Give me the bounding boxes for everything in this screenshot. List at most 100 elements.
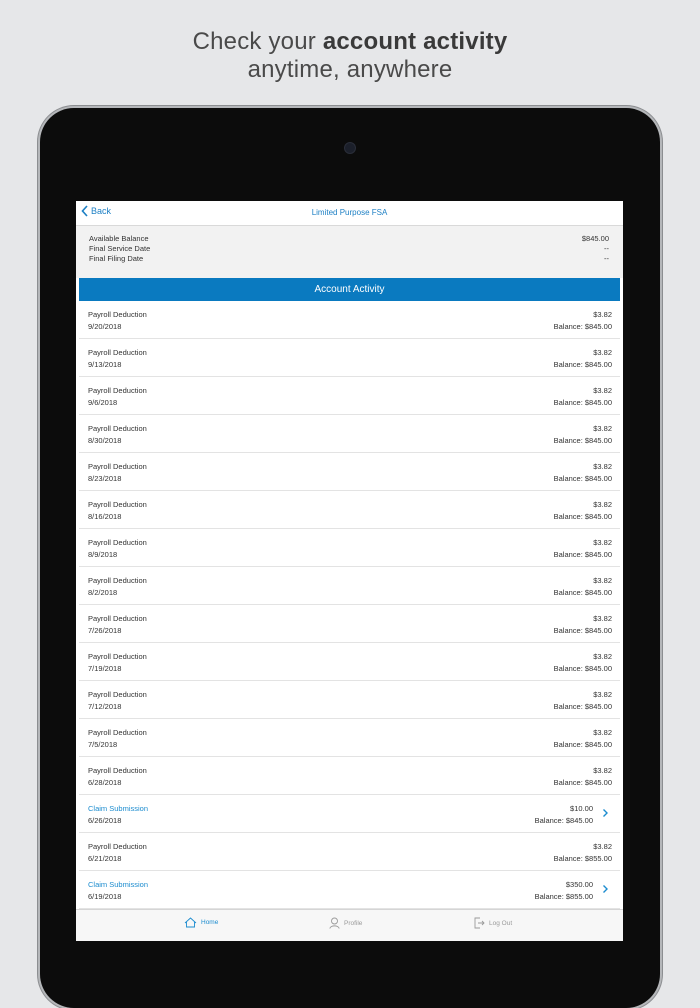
activity-title: Payroll Deduction xyxy=(88,690,147,699)
summary-value: $845.00 xyxy=(581,234,609,243)
summary-row-final-service-date: Final Service Date -- xyxy=(89,244,609,254)
activity-amount: $3.82 xyxy=(593,538,612,547)
summary-label: Final Service Date xyxy=(89,244,151,253)
activity-title[interactable]: Claim Submission xyxy=(88,804,148,813)
activity-balance: Balance: $845.00 xyxy=(553,322,612,331)
headline-line-2: anytime, anywhere xyxy=(247,56,453,83)
activity-row: Payroll Deduction 6/28/2018 $3.82 Balance: … xyxy=(79,757,620,795)
activity-amount: $3.82 xyxy=(593,386,612,395)
summary-label: Available Balance xyxy=(89,234,149,243)
headline-prefix: Check your xyxy=(192,28,323,55)
activity-amount: $3.82 xyxy=(593,424,612,433)
activity-amount: $3.82 xyxy=(593,462,612,471)
activity-amount: $350.00 xyxy=(565,880,593,889)
activity-row: Payroll Deduction 8/16/2018 $3.82 Balance: … xyxy=(79,491,620,529)
activity-title: Payroll Deduction xyxy=(88,652,147,661)
activity-balance: Balance: $845.00 xyxy=(553,398,612,407)
activity-row-claim[interactable]: Claim Submission 6/19/2018 $350.00 Balance:… xyxy=(79,871,620,909)
activity-date: 7/12/2018 xyxy=(88,702,122,711)
summary-row-available-balance: Available Balance $845.00 xyxy=(89,234,609,244)
activity-title: Payroll Deduction xyxy=(88,310,147,319)
app-screen: Back Limited Purpose FSA Available Balan… xyxy=(76,201,623,941)
activity-balance: Balance: $845.00 xyxy=(553,360,612,369)
activity-date: 7/19/2018 xyxy=(88,664,122,673)
headline-line-1: Check your account activity xyxy=(0,28,700,56)
activity-amount: $10.00 xyxy=(570,804,593,813)
summary-value: -- xyxy=(604,244,609,253)
activity-balance: Balance: $855.00 xyxy=(553,854,612,863)
activity-title: Payroll Deduction xyxy=(88,348,147,357)
activity-row: Payroll Deduction 9/13/2018 $3.82 Balance: … xyxy=(79,339,620,377)
activity-balance: Balance: $845.00 xyxy=(553,474,612,483)
tablet-frame: Back Limited Purpose FSA Available Balan… xyxy=(40,108,660,1008)
activity-amount: $3.82 xyxy=(593,766,612,775)
activity-date: 6/26/2018 xyxy=(88,816,122,825)
activity-amount: $3.82 xyxy=(593,842,612,851)
camera-icon xyxy=(345,143,355,153)
activity-title: Payroll Deduction xyxy=(88,424,147,433)
activity-balance: Balance: $845.00 xyxy=(553,664,612,673)
section-header-account-activity: Account Activity xyxy=(79,278,620,301)
tab-label: Log Out xyxy=(489,919,513,927)
page-title: Limited Purpose FSA xyxy=(311,208,388,217)
tab-bar: Home Profile Log Out xyxy=(76,909,623,941)
activity-amount: $3.82 xyxy=(593,614,612,623)
activity-list[interactable]: Payroll Deduction 9/20/2018 $3.82 Balance: … xyxy=(79,301,620,909)
activity-date: 6/21/2018 xyxy=(88,854,122,863)
activity-balance: Balance: $855.00 xyxy=(534,892,593,901)
activity-title: Payroll Deduction xyxy=(88,462,147,471)
nav-bar: Back Limited Purpose FSA xyxy=(76,201,623,226)
activity-amount: $3.82 xyxy=(593,652,612,661)
activity-balance: Balance: $845.00 xyxy=(553,512,612,521)
activity-title: Payroll Deduction xyxy=(88,576,147,585)
summary-value: -- xyxy=(604,254,609,263)
activity-date: 6/19/2018 xyxy=(88,892,122,901)
activity-row: Payroll Deduction 7/5/2018 $3.82 Balance: $… xyxy=(79,719,620,757)
profile-icon xyxy=(329,917,340,929)
activity-date: 8/23/2018 xyxy=(88,474,122,483)
activity-date: 8/2/2018 xyxy=(88,588,118,597)
chevron-right-icon[interactable] xyxy=(601,808,609,818)
activity-amount: $3.82 xyxy=(593,576,612,585)
activity-date: 8/16/2018 xyxy=(88,512,122,521)
activity-row: Payroll Deduction 6/21/2018 $3.82 Balance: … xyxy=(79,833,620,871)
activity-date: 8/30/2018 xyxy=(88,436,122,445)
activity-row-claim[interactable]: Claim Submission 6/26/2018 $10.00 Balance: … xyxy=(79,795,620,833)
activity-amount: $3.82 xyxy=(593,690,612,699)
promo-headline: Check your account activity anytime, any… xyxy=(0,28,700,84)
home-icon xyxy=(184,917,197,928)
activity-title[interactable]: Claim Submission xyxy=(88,880,148,889)
activity-date: 9/13/2018 xyxy=(88,360,122,369)
activity-date: 9/20/2018 xyxy=(88,322,122,331)
activity-row: Payroll Deduction 8/2/2018 $3.82 Balance: $… xyxy=(79,567,620,605)
activity-balance: Balance: $845.00 xyxy=(553,740,612,749)
tab-home[interactable]: Home xyxy=(184,917,218,928)
activity-title: Payroll Deduction xyxy=(88,728,147,737)
activity-title: Payroll Deduction xyxy=(88,614,147,623)
activity-balance: Balance: $845.00 xyxy=(553,588,612,597)
activity-title: Payroll Deduction xyxy=(88,766,147,775)
activity-row: Payroll Deduction 9/20/2018 $3.82 Balance: … xyxy=(79,301,620,339)
headline-bold: account activity xyxy=(322,28,508,55)
activity-date: 7/5/2018 xyxy=(88,740,118,749)
activity-balance: Balance: $845.00 xyxy=(553,702,612,711)
activity-date: 9/6/2018 xyxy=(88,398,118,407)
activity-row: Payroll Deduction 7/26/2018 $3.82 Balance: … xyxy=(79,605,620,643)
activity-title: Payroll Deduction xyxy=(88,842,147,851)
activity-title: Payroll Deduction xyxy=(88,500,147,509)
activity-balance: Balance: $845.00 xyxy=(553,626,612,635)
activity-title: Payroll Deduction xyxy=(88,386,147,395)
activity-date: 7/26/2018 xyxy=(88,626,122,635)
tab-label: Profile xyxy=(344,919,363,927)
activity-row: Payroll Deduction 8/23/2018 $3.82 Balance: … xyxy=(79,453,620,491)
activity-balance: Balance: $845.00 xyxy=(534,816,593,825)
account-summary: Available Balance $845.00 Final Service … xyxy=(76,226,623,278)
chevron-right-icon[interactable] xyxy=(601,884,609,894)
activity-date: 6/28/2018 xyxy=(88,778,122,787)
tab-profile[interactable]: Profile xyxy=(329,917,362,929)
activity-title: Payroll Deduction xyxy=(88,538,147,547)
tab-label: Home xyxy=(201,919,219,926)
summary-row-final-filing-date: Final Filing Date -- xyxy=(89,254,609,264)
tab-log-out[interactable]: Log Out xyxy=(474,917,512,929)
activity-row: Payroll Deduction 7/12/2018 $3.82 Balance: … xyxy=(79,681,620,719)
